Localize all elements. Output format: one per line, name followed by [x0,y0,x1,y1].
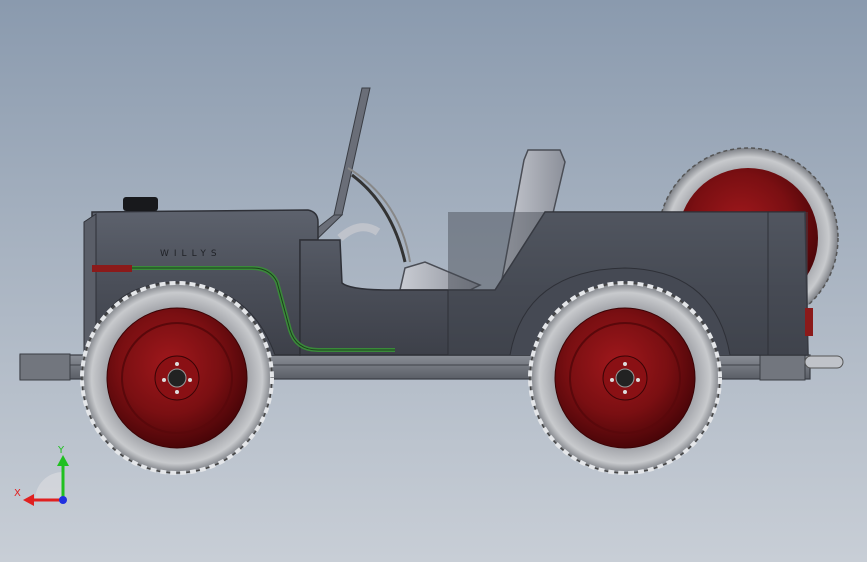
reference-triad[interactable]: Y X [14,445,69,506]
graphics-viewport[interactable]: WILLYS Y X [0,0,867,562]
hood-lettering: WILLYS [160,249,222,259]
x-axis-label: X [14,488,21,499]
rear-wheel [528,281,722,475]
tow-hitch [804,355,844,369]
z-axis-dot [59,496,67,504]
y-axis-label: Y [57,445,65,456]
steering-wheel [337,167,411,263]
front-wheel [80,281,274,475]
